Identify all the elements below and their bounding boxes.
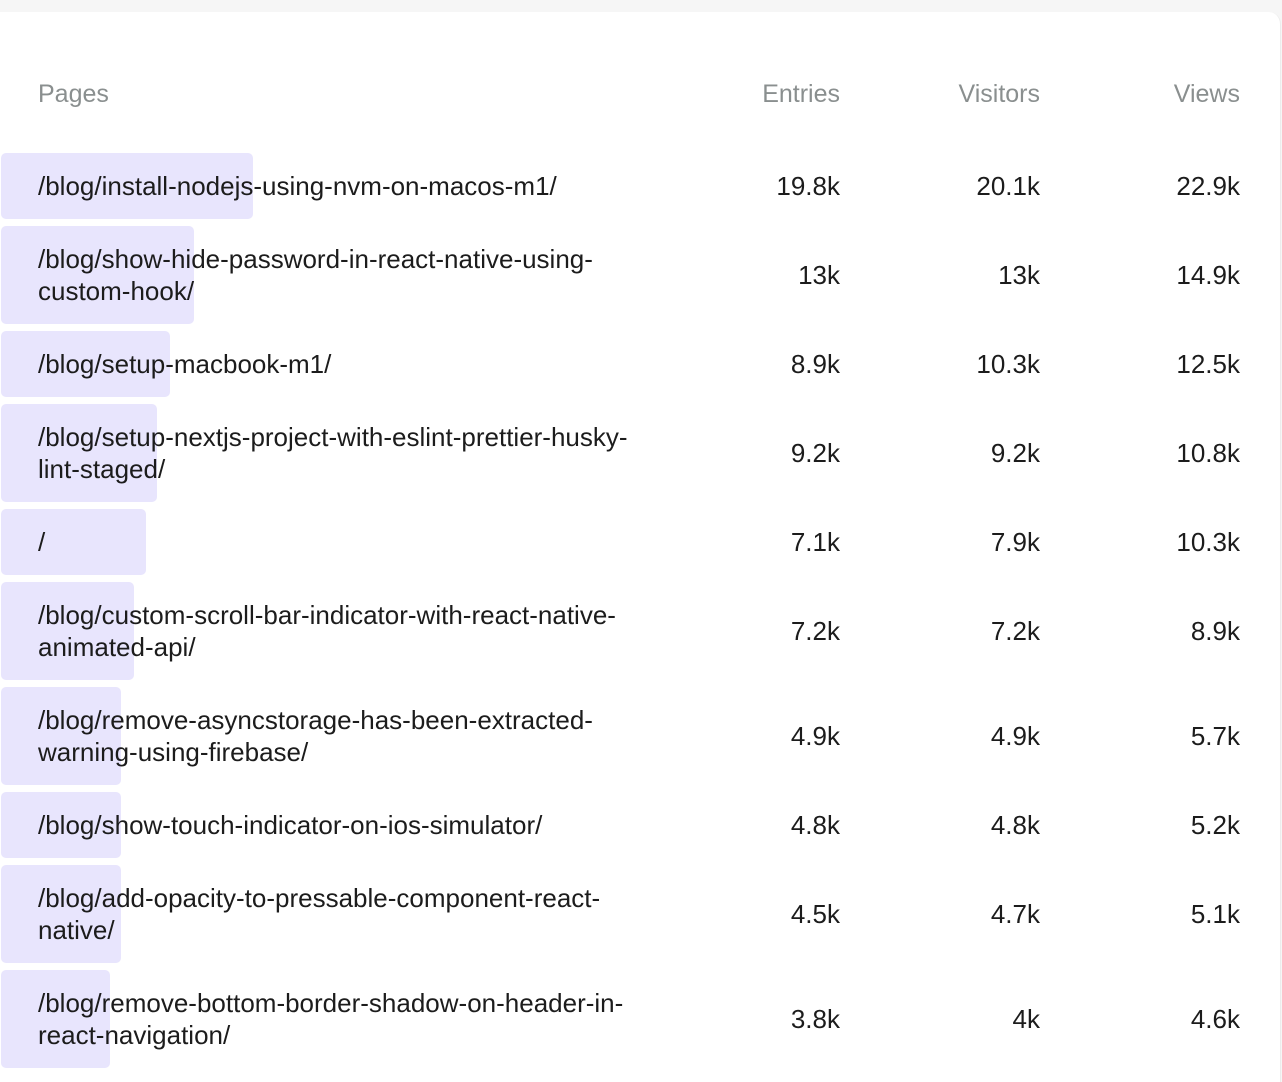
visitors-value: 4.7k (990, 899, 1040, 929)
views-value: 5.1k (1190, 899, 1240, 929)
views-value: 8.9k (1190, 616, 1240, 646)
entries-value: 9.2k (790, 438, 840, 468)
visitors-value: 10.3k (976, 349, 1040, 379)
views-value: 4.6k (1190, 1004, 1240, 1034)
table-body: /blog/install-nodejs-using-nvm-on-macos-… (0, 153, 1280, 1075)
entries-value: 4.5k (790, 899, 840, 929)
views-value: 14.9k (1176, 260, 1240, 290)
views-value: 10.3k (1176, 527, 1240, 557)
visitors-value: 7.9k (990, 527, 1040, 557)
entries-value: 7.2k (790, 616, 840, 646)
visitors-value: 9.2k (990, 438, 1040, 468)
table-row[interactable]: /blog/show-touch-indicator-on-ios-simula… (0, 792, 1280, 858)
table-row[interactable]: /blog/remove-asyncstorage-has-been-extra… (0, 687, 1280, 785)
views-value: 5.2k (1190, 810, 1240, 840)
visitors-value: 4.9k (990, 721, 1040, 751)
page-path[interactable]: /blog/add-opacity-to-pressable-component… (38, 882, 638, 946)
visitors-value: 7.2k (990, 616, 1040, 646)
entries-value: 3.8k (790, 1004, 840, 1034)
page-path[interactable]: /blog/remove-bottom-border-shadow-on-hea… (38, 987, 638, 1051)
table-row[interactable]: /blog/custom-scroll-bar-indicator-with-r… (0, 582, 1280, 680)
entries-value: 8.9k (790, 349, 840, 379)
entries-value: 7.1k (790, 527, 840, 557)
page-path[interactable]: /blog/show-hide-password-in-react-native… (38, 243, 638, 307)
table-row[interactable]: /blog/setup-nextjs-project-with-eslint-p… (0, 404, 1280, 502)
table-row[interactable]: /blog/show-hide-password-in-react-native… (0, 226, 1280, 324)
views-value: 12.5k (1176, 349, 1240, 379)
table-row[interactable]: /blog/remove-bottom-border-shadow-on-hea… (0, 970, 1280, 1068)
page-path[interactable]: /blog/show-touch-indicator-on-ios-simula… (38, 809, 638, 841)
views-value: 5.7k (1190, 721, 1240, 751)
header-views[interactable]: Views (1040, 76, 1240, 112)
visitors-value: 4k (1012, 1004, 1040, 1034)
entries-value: 13k (798, 260, 840, 290)
page-path[interactable]: /blog/custom-scroll-bar-indicator-with-r… (38, 599, 638, 663)
views-value: 22.9k (1176, 171, 1240, 201)
table-row[interactable]: / 7.1k 7.9k 10.3k (0, 509, 1280, 575)
table-header: Pages Entries Visitors Views (0, 76, 1280, 112)
page-path[interactable]: /blog/setup-macbook-m1/ (38, 348, 638, 380)
visitors-value: 4.8k (990, 810, 1040, 840)
entries-value: 4.9k (790, 721, 840, 751)
entries-value: 19.8k (776, 171, 840, 201)
page-path[interactable]: / (38, 526, 638, 558)
entries-value: 4.8k (790, 810, 840, 840)
table-row[interactable]: /blog/setup-macbook-m1/ 8.9k 10.3k 12.5k (0, 331, 1280, 397)
pages-card: Pages Entries Visitors Views /blog/insta… (0, 12, 1281, 1082)
table-row[interactable]: /blog/install-nodejs-using-nvm-on-macos-… (0, 153, 1280, 219)
page-path[interactable]: /blog/setup-nextjs-project-with-eslint-p… (38, 421, 638, 485)
page-path[interactable]: /blog/remove-asyncstorage-has-been-extra… (38, 704, 638, 768)
header-visitors[interactable]: Visitors (840, 76, 1040, 112)
views-value: 10.8k (1176, 438, 1240, 468)
header-entries[interactable]: Entries (640, 76, 840, 112)
visitors-value: 20.1k (976, 171, 1040, 201)
page-path[interactable]: /blog/install-nodejs-using-nvm-on-macos-… (38, 170, 638, 202)
visitors-value: 13k (998, 260, 1040, 290)
table-row[interactable]: /blog/add-opacity-to-pressable-component… (0, 865, 1280, 963)
header-pages[interactable]: Pages (38, 76, 109, 112)
